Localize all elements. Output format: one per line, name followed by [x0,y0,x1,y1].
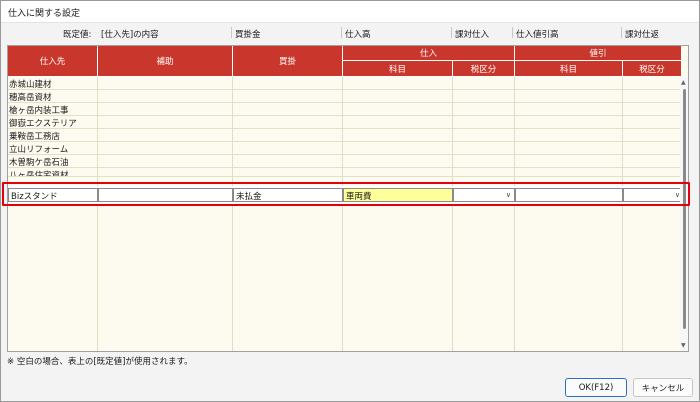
default-discount-tax: 課対仕返 [625,30,660,40]
supplier-name: 立山リフォーム [9,145,69,155]
defaults-divider [231,27,232,38]
default-discount-account: 仕入値引高 [516,30,559,40]
table-row[interactable]: 乗鞍岳工務店 [8,129,682,142]
settings-dialog: 仕入に関する設定 既定値: [仕入先]の内容 買掛金 仕入高 課対仕入 仕入値引… [0,0,700,402]
cancel-button[interactable]: キャンセル [633,378,693,397]
table-row[interactable]: 穂高岳資材 [8,90,682,103]
table-row[interactable]: 赤城山建材 [8,77,682,90]
vertical-scrollbar[interactable]: ▲ ▼ [680,77,688,351]
defaults-divider [512,27,513,38]
header-sub: 補助 [98,46,233,77]
header-debit: 買掛 [233,46,343,77]
defaults-divider [451,27,452,38]
default-tax: 課対仕入 [455,30,490,40]
table-row[interactable]: 立山リフォーム [8,142,682,155]
table-row[interactable]: 木曽駒ケ岳石油 [8,155,682,168]
header-purchase: 仕入 [343,46,515,61]
discount-tax-select[interactable]: ∨ [623,188,684,202]
dialog-title: 仕入に関する設定 [8,9,81,19]
supplier-name: 槍ヶ岳内装工事 [9,106,69,116]
edit-discount-item-field[interactable] [515,188,623,202]
edit-row: Bizスタンド 未払金 車両費 ∨ ∨ [8,186,684,205]
scroll-down-icon[interactable]: ▼ [681,342,686,349]
supplier-name: 御嶽エクステリア [9,119,77,129]
edit-debit-field[interactable]: 未払金 [233,188,343,202]
edit-supplier-field[interactable]: Bizスタンド [8,188,98,202]
supplier-name: 木曽駒ケ岳石油 [9,158,69,168]
edit-purchase-item-field[interactable]: 車両費 [343,188,453,202]
table-row[interactable]: 八ヶ岳住宅資材 [8,168,682,177]
defaults-label: 既定値: [63,30,92,40]
default-account: 仕入高 [345,30,371,40]
header-discount-tax: 税区分 [623,61,682,77]
table-row[interactable]: 槍ヶ岳内装工事 [8,103,682,116]
supplier-name: 穂高岳資材 [9,93,52,103]
edit-sub-field[interactable] [98,188,233,202]
defaults-divider [341,27,342,38]
table-row[interactable]: 御嶽エクステリア [8,116,682,129]
title-bar: 仕入に関する設定 [1,1,699,23]
ok-button[interactable]: OK(F12) [565,378,627,397]
default-debit: 買掛金 [235,30,261,40]
purchase-tax-select[interactable]: ∨ [453,188,515,202]
header-supplier: 仕入先 [8,46,98,77]
scroll-up-icon[interactable]: ▲ [681,79,686,86]
default-supplier: [仕入先]の内容 [101,30,159,40]
header-purchase-item: 科目 [343,61,453,77]
header-discount-item: 科目 [515,61,623,77]
defaults-row: 既定値: [仕入先]の内容 買掛金 仕入高 課対仕入 仕入値引高 課対仕返 [9,25,691,40]
supplier-name: 八ヶ岳住宅資材 [9,171,69,177]
chevron-down-icon: ∨ [505,191,511,199]
defaults-divider [621,27,622,38]
header-purchase-tax: 税区分 [453,61,515,77]
supplier-name: 赤城山建材 [9,80,52,90]
scrollbar-thumb[interactable] [683,89,686,329]
header-discount: 値引 [515,46,682,61]
footnote: ※ 空白の場合、表上の[既定値]が使用されます。 [7,357,193,367]
supplier-name: 乗鞍岳工務店 [9,132,61,142]
supplier-settings-table: 仕入先 補助 買掛 仕入 科目 税区分 値引 科目 税区分 赤城山建材 穂高岳資… [7,45,689,352]
